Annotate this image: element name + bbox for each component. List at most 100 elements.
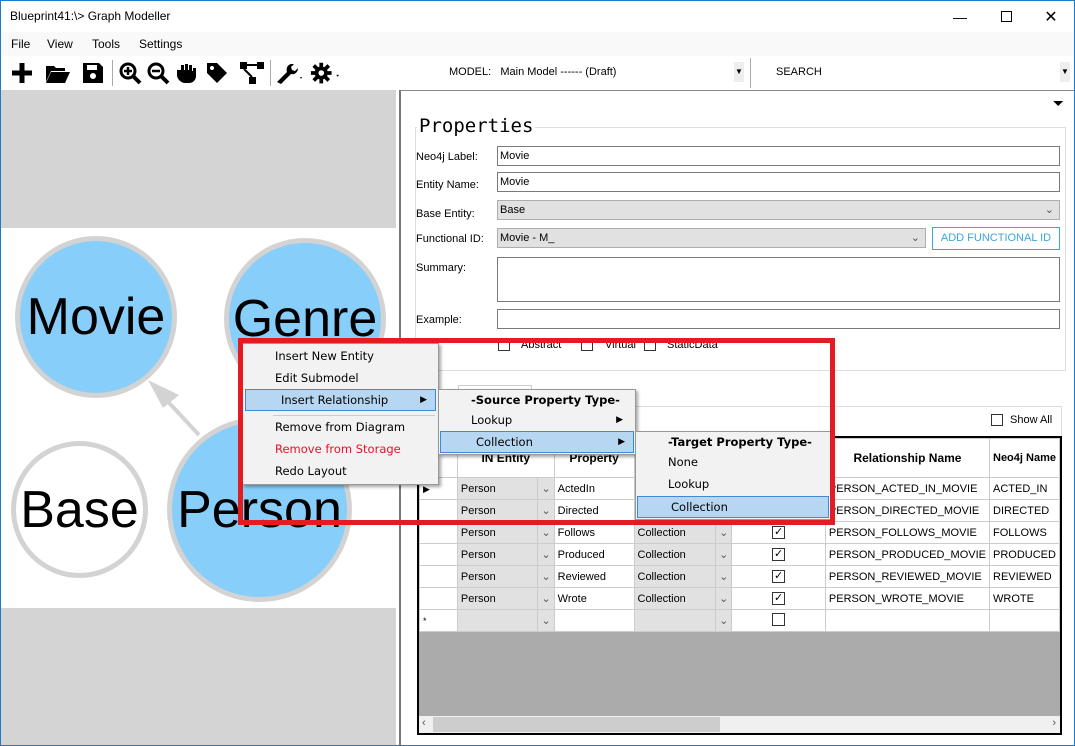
neo4j-name-cell[interactable]: WROTE — [989, 587, 1060, 610]
base-entity-select[interactable]: Base ⌄ — [497, 200, 1060, 220]
relationship-name-cell[interactable]: PERSON_PRODUCED_MOVIE — [824, 543, 991, 566]
close-button[interactable]: ✕ — [1028, 1, 1074, 32]
zoom-in-button[interactable] — [115, 59, 145, 87]
example-input[interactable] — [497, 309, 1060, 329]
neo4j-name-cell[interactable] — [989, 609, 1060, 632]
tools-dropdown-button[interactable] — [274, 59, 304, 87]
add-functional-id-button[interactable]: ADD FUNCTIONAL ID — [932, 227, 1060, 250]
type-cell[interactable]: Collection — [633, 565, 717, 588]
row-header[interactable] — [419, 543, 458, 566]
in-entity-dropdown[interactable]: ⌄ — [537, 587, 555, 610]
zoom-out-button[interactable] — [143, 59, 173, 87]
in-entity-cell[interactable] — [456, 609, 539, 632]
minimize-button[interactable]: — — [937, 1, 983, 32]
relationship-name-cell[interactable]: PERSON_REVIEWED_MOVIE — [824, 565, 991, 588]
in-entity-dropdown[interactable]: ⌄ — [537, 565, 555, 588]
row-header[interactable] — [419, 587, 458, 610]
tag-button[interactable] — [202, 59, 232, 87]
checked-box-icon[interactable]: ✓ — [772, 570, 786, 583]
relationship-name-cell[interactable] — [824, 609, 991, 632]
new-row[interactable]: * ⌄ ⌄ — [419, 609, 1060, 632]
type-cell[interactable]: Collection — [633, 587, 717, 610]
neo4j-label-input[interactable]: Movie — [497, 146, 1060, 166]
neo4j-name-cell[interactable]: ACTED_IN — [989, 477, 1060, 500]
property-cell[interactable]: Produced — [553, 543, 635, 566]
zoom-out-icon — [147, 62, 170, 85]
scrollbar-thumb[interactable] — [433, 717, 720, 732]
node-base[interactable]: Base — [11, 441, 148, 578]
neo4j-name-cell[interactable]: PRODUCED — [989, 543, 1060, 566]
type-dropdown[interactable]: ⌄ — [715, 587, 733, 610]
menu-file[interactable]: File — [11, 37, 30, 51]
checked-box-icon[interactable]: ✓ — [772, 526, 786, 539]
pin-icon[interactable]: ⏷ — [1053, 95, 1064, 112]
table-row[interactable]: Person ⌄ Produced Collection ⌄ ✓ PERSON_PRODUC… — [419, 543, 1060, 566]
property-cell[interactable]: Wrote — [553, 587, 635, 610]
properties-title: Properties — [417, 115, 536, 137]
in-entity-dropdown[interactable]: ⌄ — [537, 609, 555, 632]
table-row[interactable]: Person ⌄ Reviewed Collection ⌄ ✓ PERSON_REVIEW… — [419, 565, 1060, 588]
pan-button[interactable] — [171, 59, 201, 87]
model-selector[interactable]: MODEL: Main Model ------ (Draft) — [449, 66, 616, 78]
in-entity-dropdown[interactable]: ⌄ — [537, 543, 555, 566]
in-entity-cell[interactable]: Person — [456, 565, 539, 588]
neo4j-name-cell[interactable]: REVIEWED — [989, 565, 1060, 588]
property-cell[interactable] — [553, 609, 635, 632]
relationship-name-cell[interactable]: PERSON_ACTED_IN_MOVIE — [824, 477, 991, 500]
row-header[interactable] — [419, 565, 458, 588]
summary-label: Summary: — [416, 262, 467, 274]
hierarchy-button[interactable] — [237, 59, 267, 87]
type-dropdown[interactable]: ⌄ — [715, 565, 733, 588]
type-dropdown[interactable]: ⌄ — [715, 543, 733, 566]
search-box[interactable]: SEARCH — [776, 66, 822, 78]
col-relationship-name[interactable]: Relationship Name — [824, 438, 991, 478]
table-row[interactable]: Person ⌄ Wrote Collection ⌄ ✓ PERSON_WROTE_MOV… — [419, 587, 1060, 610]
chevron-down-icon: ⌄ — [541, 615, 551, 627]
in-entity-cell[interactable]: Person — [456, 543, 539, 566]
entity-name-input[interactable]: Movie — [497, 172, 1060, 192]
menu-settings[interactable]: Settings — [139, 37, 182, 51]
type-cell[interactable] — [633, 609, 717, 632]
checkbox-cell[interactable]: ✓ — [731, 565, 826, 588]
chevron-down-icon: ⌄ — [541, 571, 551, 583]
horizontal-scrollbar[interactable]: ‹ › — [419, 716, 1060, 733]
checkbox-cell[interactable]: ✓ — [731, 587, 826, 610]
relationship-name-cell[interactable]: PERSON_DIRECTED_MOVIE — [824, 499, 991, 522]
relationship-name-cell[interactable]: PERSON_WROTE_MOVIE — [824, 587, 991, 610]
checked-box-icon[interactable]: ✓ — [772, 592, 786, 605]
search-dropdown-arrow[interactable]: ▼ — [1060, 62, 1070, 82]
unchecked-box-icon[interactable] — [772, 612, 786, 626]
relationship-name-cell[interactable]: PERSON_FOLLOWS_MOVIE — [824, 521, 991, 544]
node-movie[interactable]: Movie — [15, 236, 177, 398]
col-neo4j-name[interactable]: Neo4j Name — [989, 438, 1060, 478]
show-all-checkbox[interactable] — [991, 414, 1003, 426]
gear-icon — [310, 62, 340, 84]
in-entity-cell[interactable]: Person — [456, 587, 539, 610]
checkbox-cell[interactable]: ✓ — [731, 543, 826, 566]
summary-textarea[interactable] — [497, 257, 1060, 302]
checkbox-cell[interactable] — [731, 609, 826, 632]
open-button[interactable] — [43, 59, 73, 87]
menu-tools[interactable]: Tools — [92, 37, 120, 51]
menu-view[interactable]: View — [47, 37, 73, 51]
chevron-down-icon: ⌄ — [719, 527, 729, 539]
save-button[interactable] — [78, 59, 108, 87]
neo4j-name-cell[interactable]: FOLLOWS — [989, 521, 1060, 544]
row-header[interactable]: * — [419, 609, 458, 632]
scroll-right-icon[interactable]: › — [1052, 717, 1056, 729]
checked-box-icon[interactable]: ✓ — [772, 548, 786, 561]
node-label: Movie — [26, 288, 166, 346]
new-row-icon: * — [423, 615, 427, 626]
neo4j-name-cell[interactable]: DIRECTED — [989, 499, 1060, 522]
annotation-highlight-box — [238, 338, 835, 525]
scroll-left-icon[interactable]: ‹ — [422, 717, 426, 729]
functional-id-select[interactable]: Movie - M_ ⌄ — [497, 228, 926, 248]
type-dropdown[interactable]: ⌄ — [715, 609, 733, 632]
maximize-button[interactable] — [983, 1, 1029, 32]
functional-id-value: Movie - M_ — [500, 232, 555, 244]
model-dropdown-arrow[interactable]: ▼ — [734, 62, 744, 82]
type-cell[interactable]: Collection — [633, 543, 717, 566]
property-cell[interactable]: Reviewed — [553, 565, 635, 588]
settings-dropdown-button[interactable] — [310, 59, 340, 87]
add-button[interactable] — [7, 59, 37, 87]
